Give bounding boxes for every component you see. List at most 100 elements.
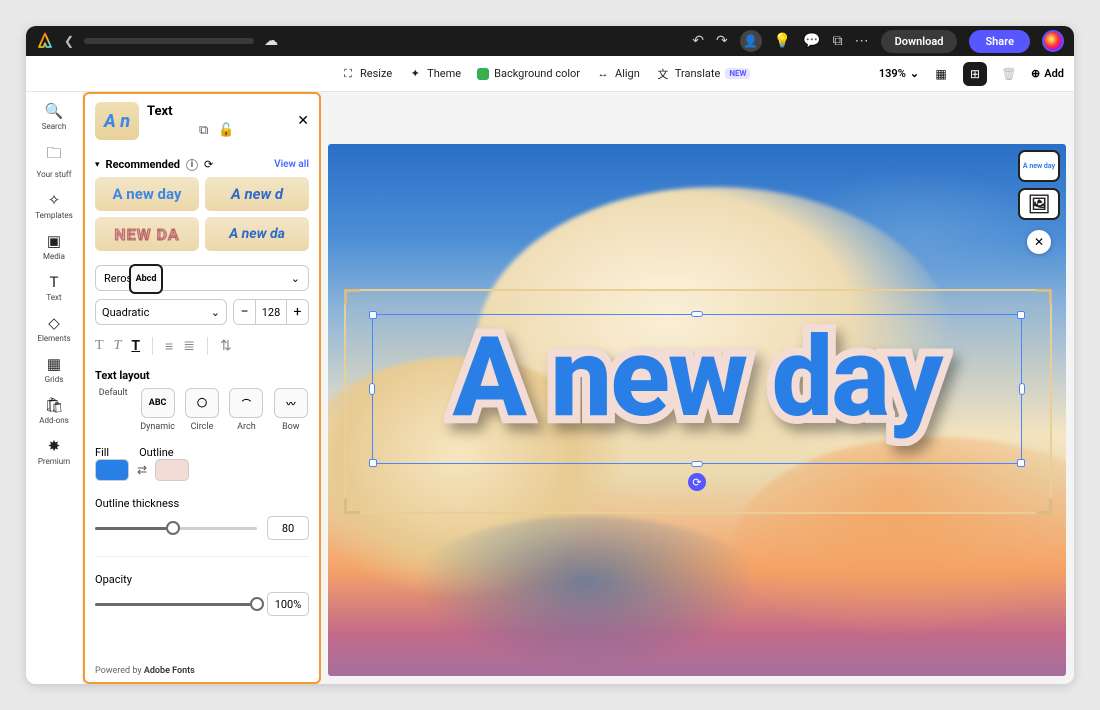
outline-thickness-label: Outline thickness	[95, 497, 309, 510]
present-icon[interactable]: ⧉	[833, 33, 843, 49]
chevron-down-icon: ▾	[95, 160, 100, 170]
rail-media[interactable]: ▣Media	[26, 228, 82, 265]
elements-icon: ◇	[48, 314, 60, 332]
rail-addons[interactable]: 🛍 Add-ons	[26, 392, 82, 429]
duplicate-icon[interactable]: ⧉	[199, 123, 208, 138]
layout-circle[interactable]: ◯	[185, 388, 219, 418]
italic-icon[interactable]: T	[114, 338, 122, 354]
font-size-stepper[interactable]: − +	[233, 299, 309, 325]
page-thumbnail-1[interactable]: A new day	[1018, 150, 1060, 182]
close-thumbnails-button[interactable]: ✕	[1027, 230, 1051, 254]
list-icon[interactable]: ≣	[183, 338, 195, 354]
rotate-handle[interactable]: ⟳	[688, 473, 706, 491]
refresh-icon[interactable]: ⟳	[204, 158, 213, 171]
rail-grids[interactable]: ▦Grids	[26, 351, 82, 388]
lock-icon[interactable]: 🔓	[218, 123, 234, 138]
rail-text[interactable]: TText	[26, 269, 82, 306]
handle-mid-right[interactable]	[1019, 383, 1025, 395]
handle-bottom-right[interactable]	[1017, 459, 1025, 467]
premium-icon: ✸	[48, 437, 61, 455]
recommended-style-2[interactable]: A new d	[205, 177, 309, 211]
document-title-placeholder[interactable]	[84, 38, 254, 44]
more-icon[interactable]: ⋯	[855, 33, 869, 49]
handle-mid-bottom[interactable]	[691, 461, 703, 467]
layout-dynamic[interactable]: ABC	[141, 388, 175, 418]
cloud-sync-icon[interactable]: ☁	[264, 33, 278, 49]
grid-toggle-button[interactable]: ▦	[929, 62, 953, 86]
resize-tool[interactable]: ⛶Resize	[341, 67, 392, 81]
handle-bottom-left[interactable]	[369, 459, 377, 467]
font-size-increment[interactable]: +	[286, 300, 308, 324]
chevron-down-icon: ⌄	[211, 306, 220, 319]
zoom-value: 139%	[879, 67, 906, 80]
rail-search[interactable]: 🔍 Search	[26, 98, 82, 135]
canvas-text[interactable]: A new day	[373, 323, 1021, 433]
font-size-input[interactable]	[256, 300, 286, 324]
close-panel-button[interactable]: ✕	[297, 113, 309, 129]
view-all-link[interactable]: View all	[274, 159, 309, 170]
rail-your-stuff[interactable]: 🗀Your stuff	[26, 139, 82, 183]
outline-color-swatch[interactable]	[155, 459, 189, 481]
rail-elements[interactable]: ◇Elements	[26, 310, 82, 347]
undo-icon[interactable]: ↶	[692, 33, 704, 49]
opacity-slider[interactable]	[95, 603, 257, 606]
layout-default[interactable]: Abcd	[129, 264, 163, 294]
recommended-style-3[interactable]: NEW DA	[95, 217, 199, 251]
recommended-style-1[interactable]: A new day	[95, 177, 199, 211]
user-avatar[interactable]	[1042, 30, 1064, 52]
handle-top-left[interactable]	[369, 311, 377, 319]
info-icon[interactable]: i	[186, 159, 198, 171]
search-icon: 🔍	[45, 102, 64, 120]
invite-user-button[interactable]: 👤	[740, 30, 762, 52]
design-canvas[interactable]: A new day ⟳ A new day 🖼 ✕	[328, 144, 1066, 676]
spacing-icon[interactable]: ⇅	[220, 338, 232, 354]
align-left-icon[interactable]: ≡	[165, 338, 173, 355]
zoom-control[interactable]: 139%⌄	[879, 67, 919, 80]
translate-tool[interactable]: 文TranslateNEW	[656, 67, 751, 81]
layout-bow[interactable]: 〰	[274, 388, 308, 418]
underline-icon[interactable]: T	[131, 338, 140, 354]
delete-button[interactable]: 🗑	[997, 62, 1021, 86]
back-chevron-icon[interactable]: ❮	[64, 34, 74, 48]
addons-icon: 🛍	[44, 396, 63, 414]
bold-icon[interactable]: T	[95, 338, 104, 354]
rail-premium[interactable]: ✸Premium	[26, 433, 82, 470]
recommended-label: Recommended	[106, 158, 180, 171]
layers-button[interactable]: ⊞	[963, 62, 987, 86]
redo-icon[interactable]: ↷	[716, 33, 728, 49]
text-selection-box[interactable]: A new day ⟳	[372, 314, 1022, 464]
text-panel: A n Text ⧉ 🔓 ✕ ▾ Recommended i ⟳	[83, 92, 321, 684]
handle-mid-left[interactable]	[369, 383, 375, 395]
new-badge: NEW	[725, 68, 750, 79]
rail-addons-label: Add-ons	[39, 416, 69, 425]
rail-templates[interactable]: ✧Templates	[26, 187, 82, 224]
help-icon[interactable]: 💡	[774, 33, 791, 49]
recommended-header[interactable]: ▾ Recommended i ⟳ View all	[95, 158, 309, 171]
font-style-select[interactable]: Quadratic⌄	[95, 299, 227, 325]
panel-preview-thumb: A n	[95, 102, 139, 140]
align-tool[interactable]: ↔Align	[596, 67, 640, 81]
fill-color-swatch[interactable]	[95, 459, 129, 481]
share-button[interactable]: Share	[969, 30, 1030, 53]
font-size-decrement[interactable]: −	[234, 300, 256, 324]
add-page-button[interactable]: ⊕Add	[1031, 67, 1064, 80]
theme-tool[interactable]: ✦Theme	[408, 67, 461, 81]
rail-templates-label: Templates	[35, 211, 72, 220]
font-family-select[interactable]: Reross⌄	[95, 265, 309, 291]
comment-icon[interactable]: 💬	[803, 33, 820, 49]
add-image-button[interactable]: 🖼	[1018, 188, 1060, 220]
handle-top-right[interactable]	[1017, 311, 1025, 319]
rail-search-label: Search	[42, 122, 67, 131]
recommended-style-4[interactable]: A new da	[205, 217, 309, 251]
outline-label: Outline	[139, 446, 174, 459]
download-button[interactable]: Download	[881, 30, 958, 53]
outline-thickness-slider[interactable]	[95, 527, 257, 530]
outline-thickness-value[interactable]: 80	[267, 516, 309, 540]
layout-arch[interactable]: ⌒	[229, 388, 263, 418]
swap-colors-icon[interactable]: ⇄	[137, 463, 147, 477]
handle-mid-top[interactable]	[691, 311, 703, 317]
panel-title: Text	[147, 104, 289, 119]
bgcolor-tool[interactable]: Background color	[477, 67, 580, 80]
opacity-value[interactable]: 100%	[267, 592, 309, 616]
app-logo[interactable]	[36, 32, 54, 50]
